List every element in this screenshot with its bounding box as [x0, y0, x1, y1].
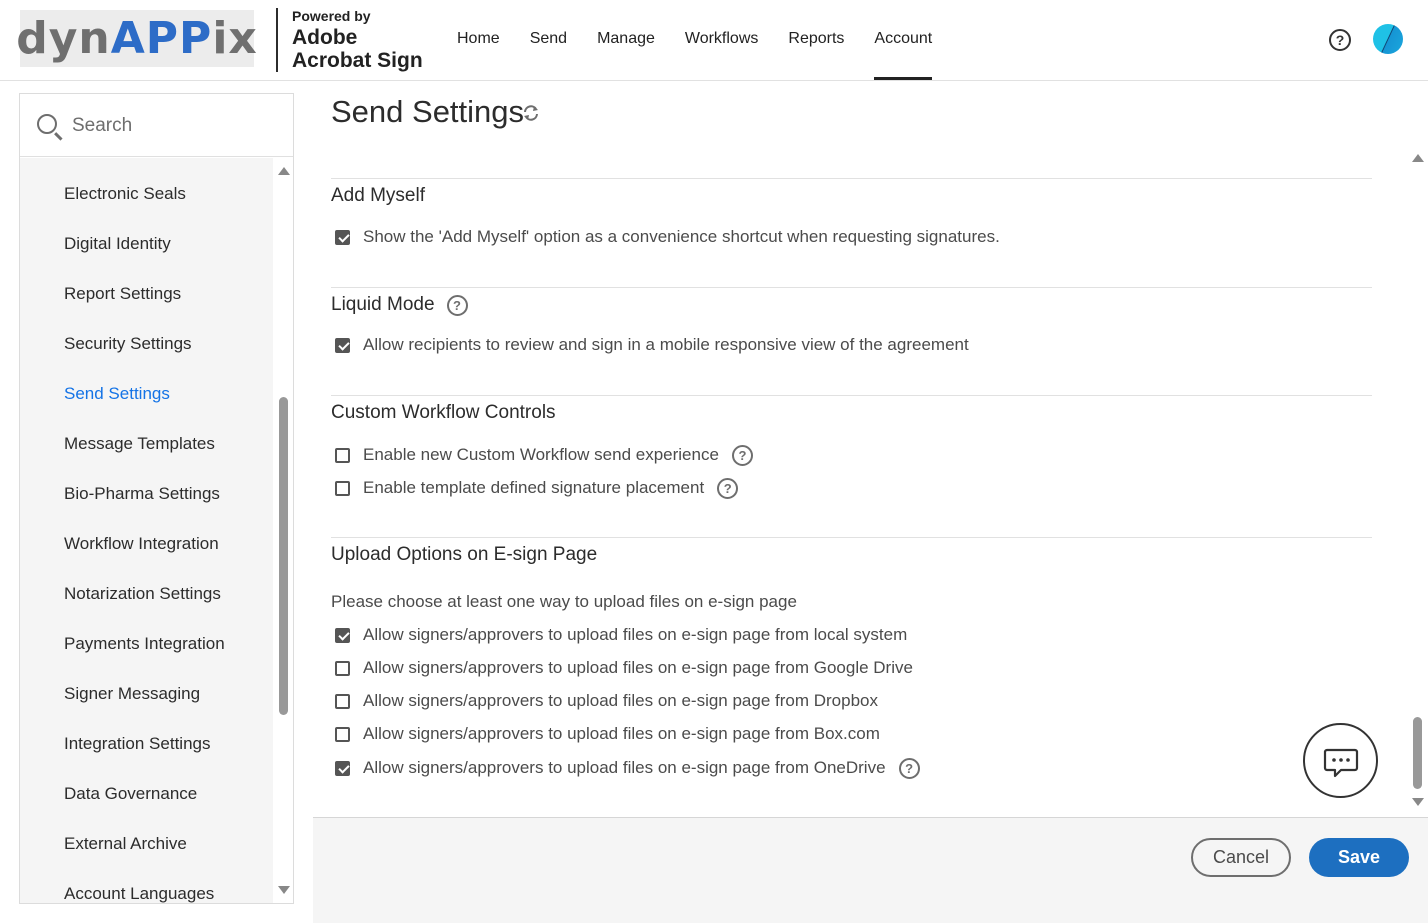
- checkbox-upload-onedrive[interactable]: [335, 760, 350, 776]
- option-label: Allow signers/approvers to upload files …: [363, 625, 908, 644]
- search-bar: [20, 94, 293, 157]
- sidebar-item-electronic-seals[interactable]: Electronic Seals: [64, 184, 186, 204]
- section-title-liquid-mode: Liquid Mode: [331, 294, 435, 315]
- option-custom-workflow-send[interactable]: Enable new Custom Workflow send experien…: [335, 444, 753, 466]
- section-title-add-myself: Add Myself: [331, 185, 425, 206]
- avatar[interactable]: [1373, 24, 1403, 54]
- sidebar-item-bio-pharma-settings[interactable]: Bio-Pharma Settings: [64, 484, 220, 504]
- option-upload-onedrive[interactable]: Allow signers/approvers to upload files …: [335, 757, 920, 779]
- sidebar-item-account-languages[interactable]: Account Languages: [64, 884, 214, 903]
- option-add-myself[interactable]: Show the 'Add Myself' option as a conven…: [335, 227, 1000, 247]
- checkbox-add-myself[interactable]: [335, 229, 350, 245]
- option-label: Allow signers/approvers to upload files …: [363, 658, 913, 677]
- nav-workflows[interactable]: Workflows: [685, 0, 759, 80]
- sidebar-item-external-archive[interactable]: External Archive: [64, 834, 187, 854]
- sidebar-list: Electronic Seals Digital Identity Report…: [20, 158, 273, 903]
- sidebar-item-digital-identity[interactable]: Digital Identity: [64, 234, 171, 254]
- product-name-line1: Adobe: [292, 26, 358, 49]
- option-label: Enable template defined signature placem…: [363, 478, 705, 497]
- sidebar-item-signer-messaging[interactable]: Signer Messaging: [64, 684, 200, 704]
- help-circle-icon[interactable]: ?: [898, 757, 920, 779]
- chat-bubble-icon: [1323, 748, 1359, 778]
- company-logo[interactable]: dynAPPix: [16, 10, 258, 67]
- main-scroll-up-arrow[interactable]: [1412, 154, 1424, 162]
- settings-content: Add Myself Show the 'Add Myself' option …: [313, 146, 1408, 817]
- option-label: Allow recipients to review and sign in a…: [363, 335, 969, 354]
- section-divider: [331, 178, 1372, 179]
- sidebar-item-message-templates[interactable]: Message Templates: [64, 434, 215, 454]
- sidebar-item-payments-integration[interactable]: Payments Integration: [64, 634, 225, 654]
- chat-button[interactable]: [1303, 723, 1378, 798]
- refresh-icon[interactable]: [522, 104, 540, 122]
- option-label: Enable new Custom Workflow send experien…: [363, 445, 719, 464]
- sidebar-item-send-settings[interactable]: Send Settings: [64, 384, 170, 404]
- option-label: Allow signers/approvers to upload files …: [363, 691, 878, 710]
- checkbox-liquid-mode[interactable]: [335, 337, 350, 353]
- logo-divider: [276, 8, 278, 72]
- sidebar-scroll-up-arrow[interactable]: [278, 167, 290, 175]
- main-scroll-down-arrow[interactable]: [1412, 798, 1424, 806]
- sidebar-scroll-down-arrow[interactable]: [278, 886, 290, 894]
- nav-reports[interactable]: Reports: [788, 0, 844, 80]
- sidebar-item-report-settings[interactable]: Report Settings: [64, 284, 181, 304]
- help-circle-icon[interactable]: ?: [446, 294, 468, 316]
- sidebar-item-notarization-settings[interactable]: Notarization Settings: [64, 584, 221, 604]
- page-title: Send Settings: [331, 94, 525, 129]
- section-divider: [331, 537, 1372, 538]
- footer-bar: Cancel Save: [313, 817, 1428, 923]
- nav-home[interactable]: Home: [457, 0, 500, 80]
- option-upload-box[interactable]: Allow signers/approvers to upload files …: [335, 724, 880, 744]
- nav-send[interactable]: Send: [530, 0, 567, 80]
- save-button[interactable]: Save: [1309, 838, 1409, 877]
- option-label: Show the 'Add Myself' option as a conven…: [363, 227, 1000, 246]
- checkbox-upload-google-drive[interactable]: [335, 660, 350, 676]
- checkbox-upload-dropbox[interactable]: [335, 693, 350, 709]
- checkbox-upload-local[interactable]: [335, 627, 350, 643]
- help-circle-icon[interactable]: ?: [717, 477, 739, 499]
- cancel-button[interactable]: Cancel: [1191, 838, 1291, 877]
- product-name-line2: Acrobat Sign: [292, 49, 423, 72]
- section-header-liquid-mode: Liquid Mode ?: [331, 294, 468, 316]
- upload-options-description: Please choose at least one way to upload…: [331, 592, 797, 611]
- top-header: dynAPPix Powered by Adobe Acrobat Sign H…: [0, 0, 1428, 81]
- checkbox-upload-box[interactable]: [335, 726, 350, 742]
- checkbox-custom-workflow-send[interactable]: [335, 447, 350, 463]
- logo-text-a: dyn: [16, 12, 111, 64]
- search-icon: [37, 114, 57, 134]
- option-liquid-mode[interactable]: Allow recipients to review and sign in a…: [335, 335, 969, 355]
- help-circle-icon[interactable]: ?: [731, 444, 753, 466]
- main-nav: Home Send Manage Workflows Reports Accou…: [457, 0, 962, 80]
- section-title-custom-workflow: Custom Workflow Controls: [331, 402, 556, 423]
- sidebar-item-security-settings[interactable]: Security Settings: [64, 334, 192, 354]
- sidebar-item-data-governance[interactable]: Data Governance: [64, 784, 197, 804]
- option-label: Allow signers/approvers to upload files …: [363, 724, 880, 743]
- option-upload-dropbox[interactable]: Allow signers/approvers to upload files …: [335, 691, 878, 711]
- logo-text-b: APP: [110, 12, 213, 64]
- powered-by-text: Powered by: [292, 8, 371, 24]
- sidebar-item-workflow-integration[interactable]: Workflow Integration: [64, 534, 219, 554]
- option-label: Allow signers/approvers to upload files …: [363, 758, 886, 777]
- sidebar: Electronic Seals Digital Identity Report…: [19, 93, 294, 904]
- sidebar-scrollbar-thumb[interactable]: [279, 397, 288, 715]
- sidebar-item-integration-settings[interactable]: Integration Settings: [64, 734, 210, 754]
- help-icon[interactable]: ?: [1329, 29, 1351, 51]
- powered-by-block: Powered by Adobe Acrobat Sign: [292, 9, 423, 71]
- option-upload-google-drive[interactable]: Allow signers/approvers to upload files …: [335, 658, 913, 678]
- section-divider: [331, 395, 1372, 396]
- main-scrollbar-thumb[interactable]: [1413, 717, 1422, 789]
- nav-account[interactable]: Account: [874, 0, 932, 80]
- checkbox-template-signature-placement[interactable]: [335, 480, 350, 496]
- search-input[interactable]: [72, 112, 272, 140]
- logo-text-c: ix: [212, 12, 258, 64]
- section-title-upload-options: Upload Options on E-sign Page: [331, 544, 598, 565]
- option-template-signature-placement[interactable]: Enable template defined signature placem…: [335, 477, 739, 499]
- section-divider: [331, 287, 1372, 288]
- option-upload-local[interactable]: Allow signers/approvers to upload files …: [335, 625, 907, 645]
- nav-manage[interactable]: Manage: [597, 0, 655, 80]
